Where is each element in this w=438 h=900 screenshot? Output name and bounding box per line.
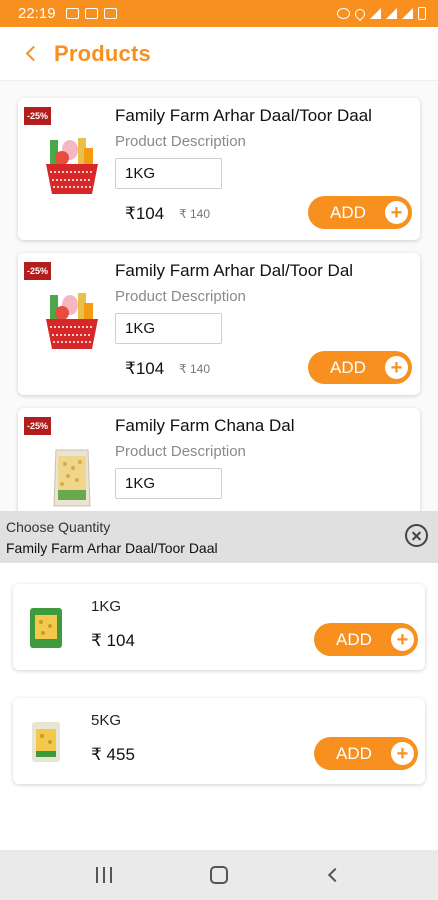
plus-icon: + — [391, 742, 414, 765]
discount-badge: -25% — [24, 107, 52, 125]
system-nav-bar — [0, 850, 438, 900]
grocery-basket-icon — [46, 293, 98, 349]
add-button[interactable]: ADD + — [308, 351, 412, 384]
screen-icon — [84, 8, 98, 19]
recents-icon[interactable] — [96, 867, 113, 883]
product-description: Product Description — [115, 443, 246, 460]
variant-size: 1KG — [91, 598, 122, 615]
product-card[interactable]: -25% Family Farm Arhar Dal/Toor Dal Prod… — [18, 253, 420, 395]
location-icon — [352, 6, 368, 21]
variant-card[interactable]: 5KG ₹ 455 ADD + — [13, 698, 425, 784]
variant-price: ₹ 455 — [91, 745, 135, 764]
close-icon[interactable] — [405, 524, 428, 547]
back-icon[interactable] — [327, 867, 343, 883]
add-button[interactable]: ADD + — [308, 196, 412, 229]
quantity-selector[interactable]: 1KG — [115, 468, 222, 499]
chevron-left-icon — [25, 45, 41, 62]
product-description: Product Description — [115, 133, 246, 150]
home-icon[interactable] — [210, 866, 228, 884]
product-card[interactable]: -25% Family Farm Chana Dal Product Descr… — [18, 408, 420, 511]
variant-size: 5KG — [91, 712, 122, 729]
product-mrp: ₹ 140 — [179, 207, 210, 221]
sheet-title: Choose Quantity — [6, 519, 111, 535]
product-name[interactable]: Family Farm Arhar Daal/Toor Daal — [115, 106, 372, 126]
status-bar: 22:19 — [0, 0, 438, 27]
signal-icon — [386, 8, 397, 19]
add-label: ADD — [330, 357, 366, 377]
add-label: ADD — [336, 629, 372, 649]
dal-pouch-icon — [30, 608, 62, 648]
variant-price: ₹ 104 — [91, 631, 135, 650]
quantity-sheet: 1KG ₹ 104 ADD + 5KG ₹ 455 ADD + — [0, 563, 438, 850]
variant-card[interactable]: 1KG ₹ 104 ADD + — [13, 584, 425, 670]
alarm-icon — [337, 8, 350, 19]
product-name[interactable]: Family Farm Chana Dal — [115, 416, 295, 436]
product-list[interactable]: -25% Family Farm Arhar Daal/Toor Daal Pr… — [0, 81, 438, 511]
sheet-subtitle: Family Farm Arhar Daal/Toor Daal — [6, 540, 218, 556]
product-price: ₹104 — [125, 359, 165, 378]
dal-pouch-icon — [32, 722, 60, 762]
product-name[interactable]: Family Farm Arhar Dal/Toor Dal — [115, 261, 353, 281]
status-time: 22:19 — [18, 5, 56, 22]
add-label: ADD — [336, 743, 372, 763]
notification-icon — [65, 8, 79, 19]
product-mrp: ₹ 140 — [179, 362, 210, 376]
discount-badge: -25% — [24, 262, 52, 280]
plus-icon: + — [385, 201, 408, 224]
signal-2-icon — [402, 8, 413, 19]
plus-icon: + — [385, 356, 408, 379]
product-description: Product Description — [115, 288, 246, 305]
battery-icon — [418, 7, 426, 20]
dal-packet-icon — [53, 449, 91, 507]
gallery-icon — [103, 8, 117, 19]
page-title: Products — [54, 40, 151, 66]
quantity-selector[interactable]: 1KG — [115, 158, 222, 189]
product-card[interactable]: -25% Family Farm Arhar Daal/Toor Daal Pr… — [18, 98, 420, 240]
back-button[interactable] — [0, 27, 60, 81]
discount-badge: -25% — [24, 417, 52, 435]
variant-add-button[interactable]: ADD + — [314, 737, 418, 770]
wifi-icon — [370, 8, 381, 19]
variant-add-button[interactable]: ADD + — [314, 623, 418, 656]
app-header: Products — [0, 27, 438, 81]
plus-icon: + — [391, 628, 414, 651]
quantity-sheet-header: Choose Quantity Family Farm Arhar Daal/T… — [0, 511, 438, 563]
add-label: ADD — [330, 202, 366, 222]
quantity-selector[interactable]: 1KG — [115, 313, 222, 344]
product-price: ₹104 — [125, 204, 165, 223]
grocery-basket-icon — [46, 138, 98, 194]
